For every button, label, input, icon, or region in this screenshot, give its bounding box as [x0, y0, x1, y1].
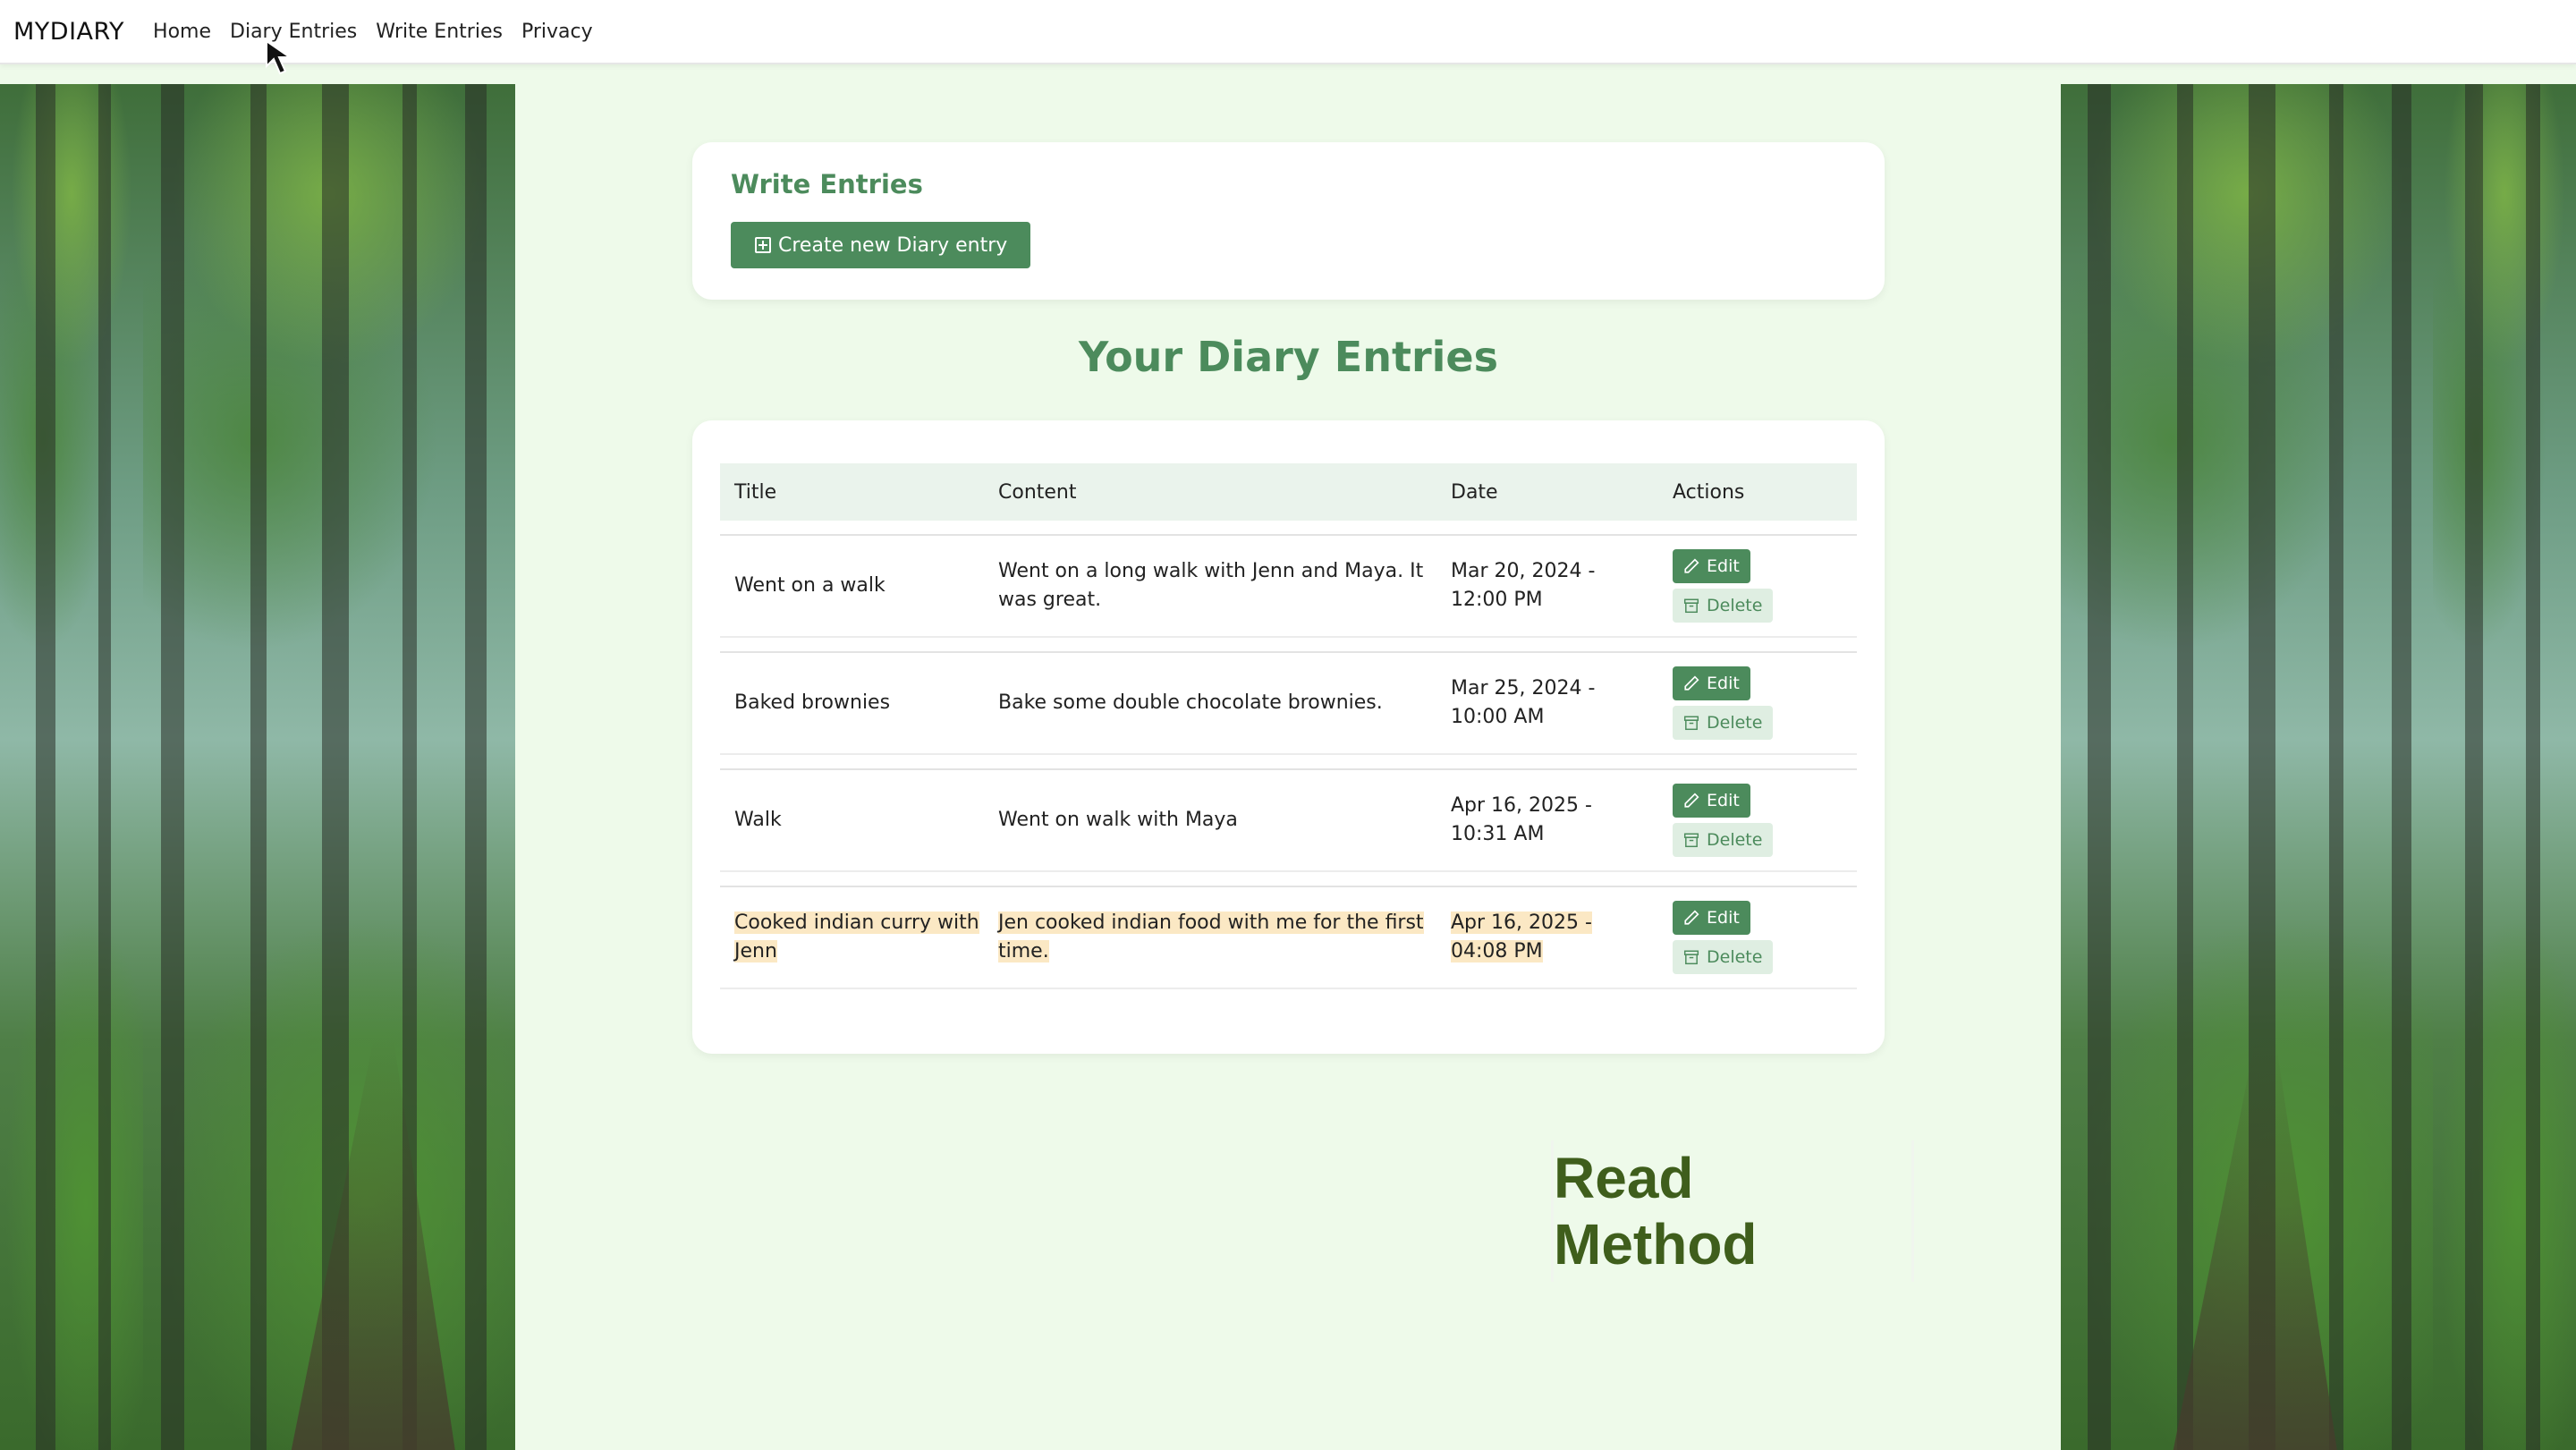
edit-label: Edit: [1707, 556, 1740, 576]
write-entries-heading: Write Entries: [731, 169, 923, 199]
mouse-cursor-icon: [266, 39, 293, 75]
entry-title: Cooked indian curry with Jenn: [734, 912, 979, 962]
pencil-icon: [1684, 910, 1699, 925]
delete-button[interactable]: Delete: [1673, 823, 1774, 857]
column-header-date: Date: [1451, 480, 1498, 504]
top-navbar: MYDIARY Home Diary Entries Write Entries…: [0, 0, 2576, 64]
edit-button[interactable]: Edit: [1673, 901, 1750, 935]
entry-date: Mar 25, 2024 - 10:00 AM: [1451, 677, 1596, 728]
diary-entries-heading: Your Diary Entries: [1078, 333, 1498, 381]
archive-icon: [1683, 598, 1699, 614]
delete-label: Delete: [1707, 947, 1763, 967]
nav-link-privacy[interactable]: Privacy: [521, 21, 593, 43]
delete-label: Delete: [1707, 713, 1763, 733]
delete-button[interactable]: Delete: [1673, 940, 1774, 974]
entry-content: Went on a long walk with Jenn and Maya. …: [998, 560, 1424, 611]
edit-label: Edit: [1707, 674, 1740, 693]
write-entries-card: Write Entries Create new Diary entry: [692, 142, 1885, 300]
table-row: Baked brownies Bake some double chocolat…: [720, 651, 1857, 755]
delete-button[interactable]: Delete: [1673, 706, 1774, 740]
column-header-actions: Actions: [1673, 480, 1745, 504]
entry-content: Went on walk with Maya: [998, 809, 1238, 831]
diary-entries-table: Title Content Date Actions Went on a wal…: [720, 463, 1857, 989]
table-row: Went on a walk Went on a long walk with …: [720, 534, 1857, 638]
entry-content: Jen cooked indian food with me for the f…: [998, 912, 1424, 962]
forest-background-right-outer: [2433, 84, 2576, 1450]
delete-label: Delete: [1707, 830, 1763, 850]
plus-square-icon: [755, 237, 771, 253]
entry-date: Apr 16, 2025 - 04:08 PM: [1451, 912, 1592, 962]
read-method-label: Read Method: [1551, 1140, 1914, 1282]
archive-icon: [1683, 716, 1699, 731]
table-header: Title Content Date Actions: [720, 463, 1857, 521]
nav-link-home[interactable]: Home: [153, 21, 211, 43]
entry-title: Baked brownies: [734, 691, 891, 714]
entry-date: Mar 20, 2024 - 12:00 PM: [1451, 560, 1596, 611]
entry-title: Walk: [734, 809, 782, 831]
table-row: Walk Went on walk with Maya Apr 16, 2025…: [720, 768, 1857, 872]
delete-label: Delete: [1707, 596, 1763, 615]
forest-background-right: [2061, 84, 2433, 1450]
create-entry-button[interactable]: Create new Diary entry: [731, 222, 1031, 268]
nav-link-write-entries[interactable]: Write Entries: [376, 21, 503, 43]
diary-entries-card: Title Content Date Actions Went on a wal…: [692, 420, 1885, 1054]
forest-background-left: [143, 84, 515, 1450]
edit-label: Edit: [1707, 791, 1740, 810]
edit-label: Edit: [1707, 908, 1740, 928]
archive-icon: [1683, 833, 1699, 848]
column-header-title: Title: [734, 480, 777, 504]
forest-background-left-outer: [0, 84, 143, 1450]
entry-date: Apr 16, 2025 - 10:31 AM: [1451, 794, 1592, 845]
entry-content: Bake some double chocolate brownies.: [998, 691, 1383, 714]
edit-button[interactable]: Edit: [1673, 549, 1750, 583]
pencil-icon: [1684, 675, 1699, 691]
delete-button[interactable]: Delete: [1673, 589, 1774, 623]
table-row: Cooked indian curry with Jenn Jen cooked…: [720, 886, 1857, 989]
column-header-content: Content: [998, 480, 1077, 504]
archive-icon: [1683, 950, 1699, 965]
pencil-icon: [1684, 793, 1699, 808]
edit-button[interactable]: Edit: [1673, 784, 1750, 818]
pencil-icon: [1684, 558, 1699, 573]
brand-logo[interactable]: MYDIARY: [13, 18, 124, 46]
create-entry-label: Create new Diary entry: [778, 233, 1008, 257]
edit-button[interactable]: Edit: [1673, 666, 1750, 700]
entry-title: Went on a walk: [734, 574, 886, 597]
